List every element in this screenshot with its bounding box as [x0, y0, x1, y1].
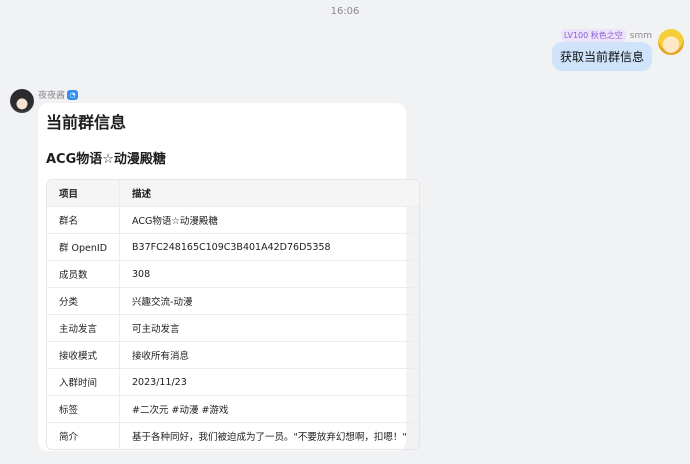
row-label: 入群时间	[47, 369, 121, 396]
row-label: 群名	[47, 207, 121, 234]
row-value: #二次元 #动漫 #游戏	[120, 396, 419, 423]
row-label: 主动发言	[47, 315, 121, 342]
row-value: 308	[120, 261, 419, 288]
incoming-sender-meta: 夜夜酱 ◔	[38, 88, 79, 101]
card-subtitle: ACG物语☆动漫殿糖	[46, 152, 166, 167]
row-label: 简介	[47, 423, 121, 449]
row-value: B37FC248165C109C3B401A42D76D5358	[120, 234, 419, 261]
group-info-table: 项目 描述 群名 ACG物语☆动漫殿糖 群 OpenID B37FC248165…	[46, 179, 420, 450]
table-header-row: 项目 描述	[47, 180, 419, 207]
row-value: 基于各种同好，我们被迫成为了一员。"不要放弃幻想啊，扣嗯！"	[132, 432, 407, 443]
group-info-card: 当前群信息 ACG物语☆动漫殿糖 项目 描述 群名 ACG物语☆动漫殿糖 群 O…	[38, 103, 420, 451]
outgoing-sender-meta: LV100 秋色之空 smm	[560, 29, 652, 42]
row-value: 兴趣交流-动漫	[120, 288, 419, 315]
table-row: 标签 #二次元 #动漫 #游戏	[47, 396, 419, 423]
user-avatar[interactable]	[658, 29, 684, 55]
level-badge: LV100 秋色之空	[560, 29, 626, 42]
outgoing-message-bubble[interactable]: 获取当前群信息	[551, 42, 652, 71]
card-title: 当前群信息	[46, 113, 127, 132]
row-value: 可主动发言	[120, 315, 419, 342]
table-header-item: 项目	[47, 180, 121, 207]
bot-avatar[interactable]	[10, 89, 34, 113]
table-row: 主动发言 可主动发言	[47, 315, 419, 342]
table-header-description: 描述	[120, 180, 419, 207]
incoming-sender-name[interactable]: 夜夜酱	[38, 88, 65, 101]
bot-badge-icon: ◔	[67, 89, 79, 100]
row-label: 成员数	[47, 261, 121, 288]
outgoing-username[interactable]: smm	[630, 31, 652, 41]
row-label: 接收模式	[47, 342, 121, 369]
row-label: 群 OpenID	[47, 234, 121, 261]
row-label: 分类	[47, 288, 121, 315]
row-label: 标签	[47, 396, 121, 423]
table-row: 成员数 308	[47, 261, 419, 288]
table-row: 群名 ACG物语☆动漫殿糖	[47, 207, 419, 234]
table-row: 分类 兴趣交流-动漫	[47, 288, 419, 315]
row-value: ACG物语☆动漫殿糖	[120, 207, 419, 234]
table-row: 简介 基于各种同好，我们被迫成为了一员。"不要放弃幻想啊，扣嗯！"	[47, 423, 419, 449]
message-timestamp: 16:06	[330, 6, 360, 17]
table-row: 群 OpenID B37FC248165C109C3B401A42D76D535…	[47, 234, 419, 261]
table-row: 接收模式 接收所有消息	[47, 342, 419, 369]
row-value: 接收所有消息	[120, 342, 419, 369]
row-value: 2023/11/23	[120, 369, 419, 396]
table-row: 入群时间 2023/11/23	[47, 369, 419, 396]
